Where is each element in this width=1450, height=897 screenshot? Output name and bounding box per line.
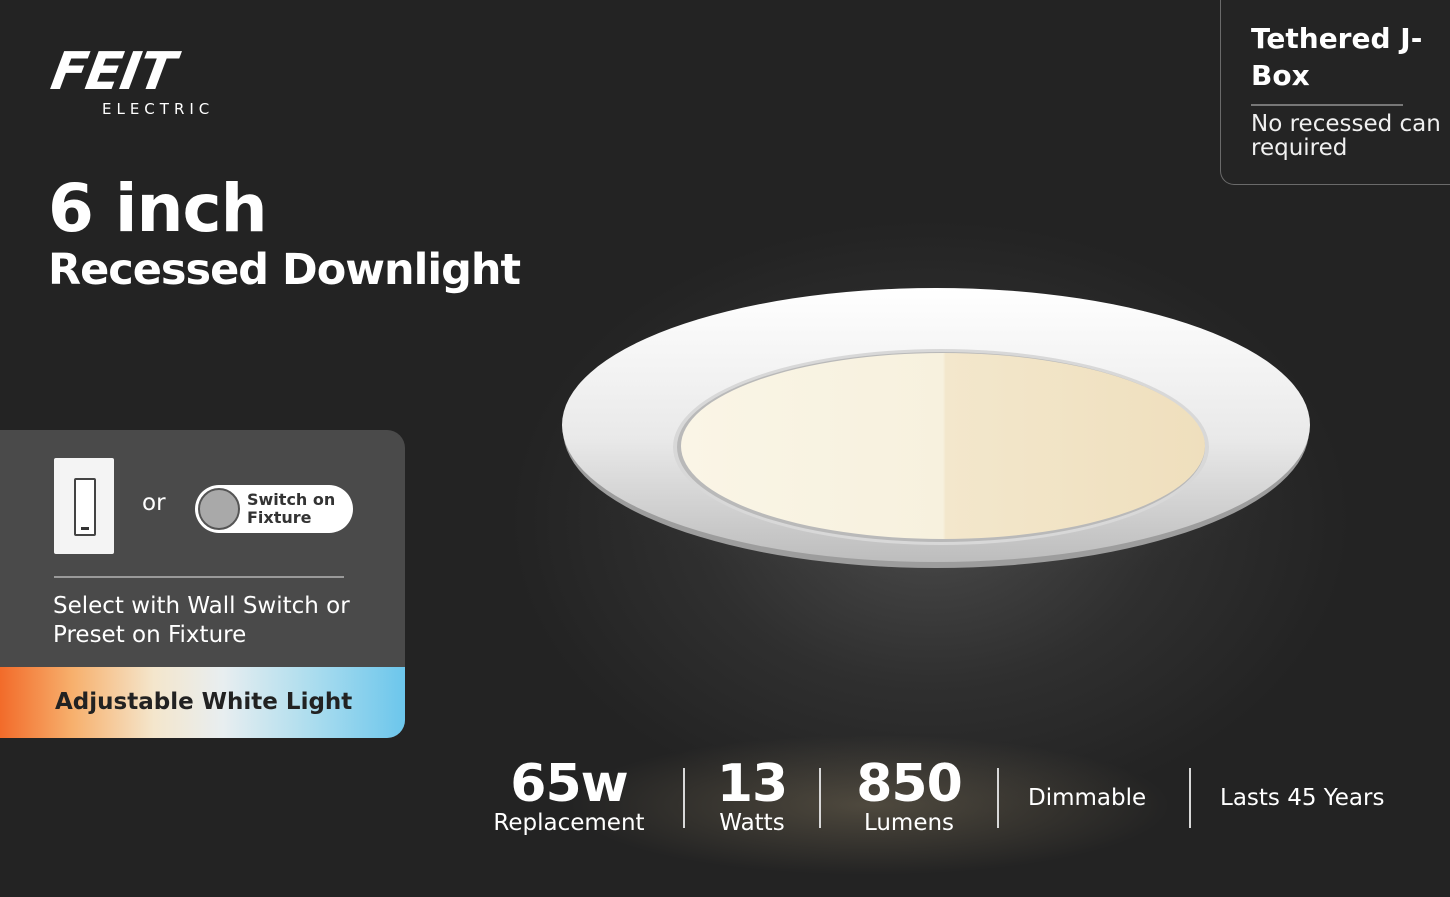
product-banner: FEIT ELECTRIC 6 inch Recessed Downlight … [0, 0, 1450, 897]
fixture-switch-pill: Switch on Fixture [195, 485, 353, 533]
stat-dimmable: Dimmable [1028, 785, 1147, 811]
jbox-divider [1251, 104, 1403, 106]
downlight-image [562, 288, 1310, 580]
stat-value: 65w [510, 754, 628, 814]
fixture-switch-label: Switch on Fixture [247, 490, 336, 527]
product-title: Recessed Downlight [48, 245, 521, 295]
brand-name: FEIT [46, 42, 180, 102]
stat-replacement: 65w Replacement [478, 758, 660, 836]
brand-logo: FEIT ELECTRIC [47, 42, 252, 120]
stat-label: Replacement [493, 810, 645, 836]
feature-label: Adjustable White Light [55, 689, 353, 715]
panel-divider [54, 576, 344, 578]
stat-watts: 13 Watts [702, 758, 802, 836]
product-size: 6 inch [48, 170, 268, 247]
wall-switch-icon [54, 458, 114, 554]
stat-label: Lumens [863, 810, 955, 836]
stat-divider [683, 768, 685, 828]
stat-divider [819, 768, 821, 828]
switch-toggle-icon [74, 478, 96, 536]
jbox-card: Tethered J-Box No recessed can required [1220, 0, 1450, 185]
stat-lifespan: Lasts 45 Years [1220, 785, 1385, 811]
toggle-knob-icon [198, 488, 240, 530]
stat-divider [997, 768, 999, 828]
color-temperature-bar: Adjustable White Light [0, 667, 405, 738]
stat-value: 850 [856, 754, 963, 814]
control-panel: or Switch on Fixture Select with Wall Sw… [0, 430, 405, 738]
stat-value: 13 [716, 754, 788, 814]
or-label: or [142, 490, 166, 516]
panel-description: Select with Wall Switch or Preset on Fix… [53, 593, 350, 648]
jbox-title: Tethered J-Box [1251, 22, 1423, 92]
brand-sub: ELECTRIC [102, 100, 215, 118]
jbox-description: No recessed can required [1251, 111, 1441, 161]
stat-lumens: 850 Lumens [846, 758, 972, 836]
stat-divider [1189, 768, 1191, 828]
